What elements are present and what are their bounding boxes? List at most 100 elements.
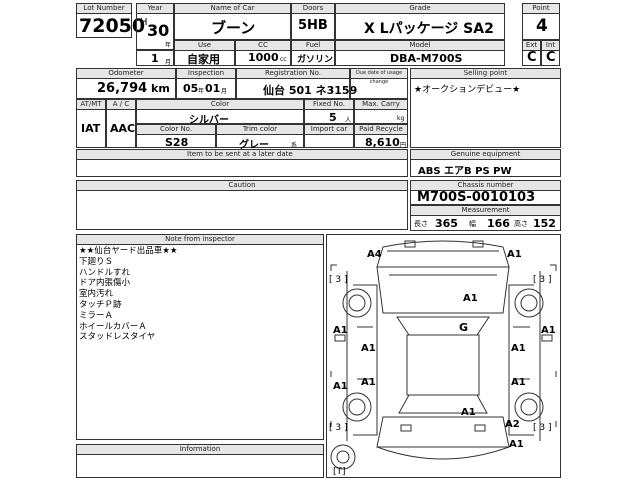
max-carry-label: Max. Carry (355, 100, 407, 110)
damage-mark: A4 (367, 249, 382, 260)
color-box: Color シルバー (136, 99, 304, 126)
max-carry-unit: kg (397, 115, 405, 122)
point-label: Point (523, 4, 559, 14)
equipment-label: Genuine equipment (411, 150, 560, 160)
caution-box: Caution (76, 180, 408, 230)
trim-color-label: Trim color (217, 125, 303, 135)
selling-point-label: Selling point (411, 69, 560, 79)
fixed-no-value: 5 (329, 111, 337, 124)
car-outline-diagram (330, 240, 557, 470)
information-box: Information (76, 444, 324, 478)
trim-color-box: Trim color グレー 系 (216, 124, 304, 151)
grade-box: Grade X Lパッケージ SA2 (335, 3, 505, 40)
due-date-box: Due date of usage change (350, 68, 408, 99)
inspector-note-line: ドア内張傷小 (79, 278, 131, 289)
point-box: Point 4 (522, 3, 560, 40)
ac-box: A / C AAC (106, 99, 136, 148)
length-label: 長さ (414, 220, 428, 228)
fixed-no-unit: 人 (345, 117, 352, 124)
registration-label: Registration No. (237, 69, 349, 79)
trim-color-unit: 系 (291, 142, 298, 149)
damage-diagram: A4 A1 A1 A1 A1 G A1 A1 A1 A1 A1 A1 A2 A1… (326, 234, 561, 478)
year-value: 30 (147, 21, 170, 40)
recycle-value: 8,610 (365, 136, 400, 149)
doors-label: Doors (292, 4, 334, 14)
cc-label: CC (236, 41, 290, 51)
damage-mark: A1 (511, 377, 526, 388)
inspection-month: 01 (205, 82, 221, 95)
inspector-note-line: ホイールカバーＡ (79, 321, 147, 332)
inspector-note-line: ミラーＡ (79, 310, 114, 321)
equipment-value: ABS エアB PS PW (418, 166, 512, 177)
tire-mark: [ 3 ] (533, 423, 552, 433)
int-value: C (546, 50, 556, 65)
point-value: 4 (536, 16, 548, 36)
damage-mark: A1 (541, 325, 556, 336)
fuel-label: Fuel (292, 41, 334, 51)
recycle-unit: 円 (400, 142, 407, 149)
damage-mark: A1 (333, 325, 348, 336)
inspector-note-box: Note from inspector ★★仙台ヤード出品車★★ 下廻りＳ ハン… (76, 234, 324, 440)
name-label: Name of Car (175, 4, 290, 14)
month-value: 1 (151, 52, 159, 65)
color-no-label: Color No. (137, 125, 215, 135)
doors-value: 5HB (298, 18, 328, 33)
tire-mark: [T] (333, 467, 346, 477)
registration-box: Registration No. 仙台 501 ネ3159 (236, 68, 357, 99)
color-label: Color (137, 100, 303, 110)
inspector-note-line: スタッドレスタイヤ (79, 332, 156, 343)
inspection-box: Inspection 05 年 01 月 (176, 68, 236, 99)
selling-point-box: Selling point ★オークションデビュー★ (410, 68, 561, 148)
damage-mark: A1 (463, 293, 478, 304)
height-value: 152 (533, 217, 556, 230)
height-label: 高さ (514, 220, 528, 228)
inspector-note-label: Note from inspector (77, 235, 323, 245)
tire-mark: [ 3 ] (329, 275, 348, 285)
damage-mark: A1 (361, 343, 376, 354)
max-carry-box: Max. Carry kg (354, 99, 408, 124)
name-value: ブーン (211, 19, 256, 37)
odometer-box: Odometer 26,794 km (76, 68, 176, 99)
cc-unit: cc (280, 56, 287, 63)
model-label: Model (336, 41, 504, 51)
import-car-label: Import car (305, 125, 353, 135)
item-later-box: Item to be sent at a later date (76, 149, 408, 177)
model-value: DBA-M700S (390, 52, 463, 65)
damage-mark: A1 (509, 439, 524, 450)
damage-mark: A1 (361, 377, 376, 388)
damage-mark: A1 (461, 407, 476, 418)
atmt-box: AT/MT IAT (76, 99, 106, 148)
month-box: 1 月 (136, 50, 174, 66)
chassis-value: M700S-0010103 (417, 190, 536, 205)
month-suffix: 月 (165, 59, 172, 66)
measurement-box: Measurement 長さ 365 幅 166 高さ 152 (410, 205, 561, 231)
damage-mark: A1 (511, 343, 526, 354)
due-date-label: Due date of usage change (351, 69, 407, 85)
inspector-note-line: ハンドルすれ (79, 267, 131, 278)
inspection-label: Inspection (177, 69, 235, 79)
atmt-value: IAT (81, 122, 101, 135)
fuel-value: ガソリン (297, 55, 334, 65)
grade-value: X Lパッケージ SA2 (364, 21, 494, 37)
color-no-box: Color No. S28 (136, 124, 216, 149)
length-value: 365 (435, 217, 458, 230)
damage-mark: A1 (507, 249, 522, 260)
year-suffix: 年 (165, 42, 172, 49)
year-label: Year (137, 4, 173, 14)
width-label: 幅 (469, 220, 476, 228)
year-box: Year H 30 年 (136, 3, 174, 50)
import-car-box: Import car (304, 124, 354, 148)
recycle-box: Paid Recycle 8,610 円 (354, 124, 408, 149)
damage-mark: A2 (505, 419, 520, 430)
cc-box: CC 1000 cc (235, 40, 291, 66)
selling-point-value: ★オークションデビュー★ (414, 85, 521, 95)
odometer-unit: km (151, 82, 170, 95)
color-no-value: S28 (165, 136, 189, 149)
inspection-year-suffix: 年 (198, 88, 205, 95)
width-value: 166 (487, 217, 510, 230)
atmt-label: AT/MT (77, 100, 105, 110)
tire-mark: [ 3 ] (329, 423, 348, 433)
inspector-note-line: 室内汚れ (79, 289, 114, 300)
ext-box: Ext C (522, 40, 541, 66)
int-box: Int C (541, 40, 560, 66)
